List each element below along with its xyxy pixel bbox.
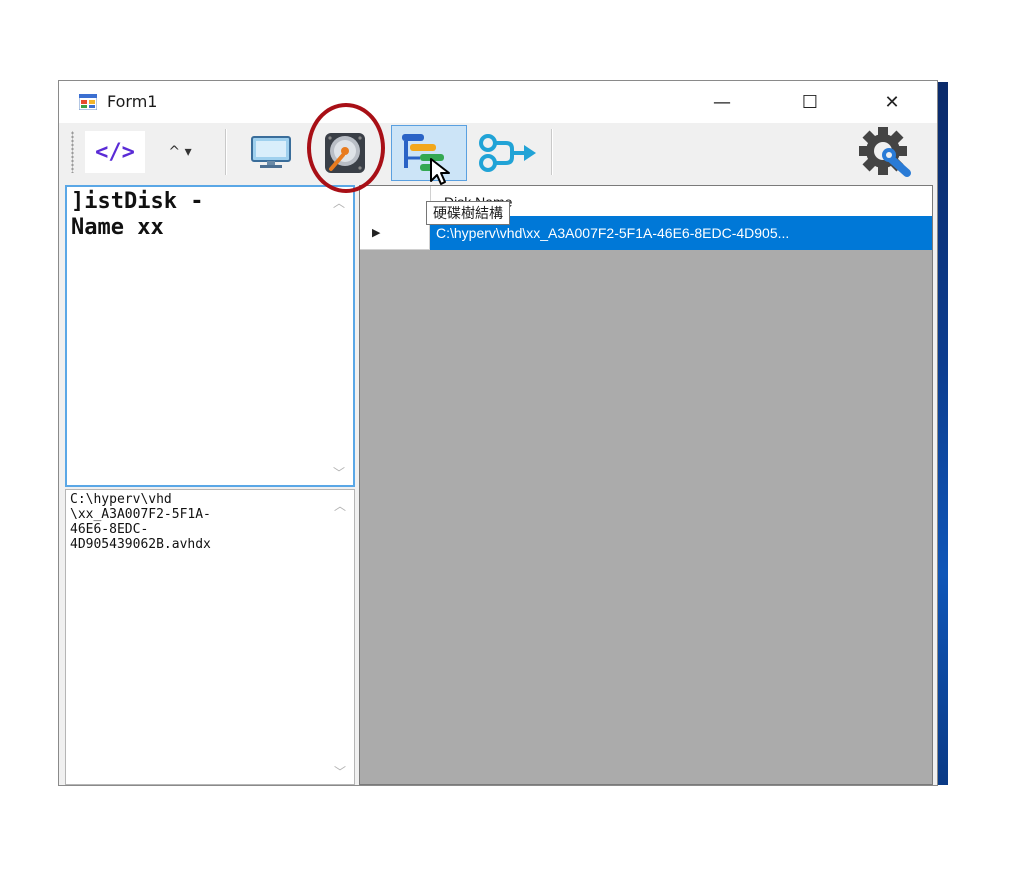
toolbar-grip[interactable] bbox=[71, 131, 74, 173]
export-button[interactable] bbox=[473, 129, 545, 177]
chevron-down-icon: ^ ▾ bbox=[168, 144, 192, 160]
toolbar-separator bbox=[551, 129, 553, 175]
app-icon bbox=[78, 93, 98, 111]
dropdown-button[interactable]: ^ ▾ bbox=[159, 133, 201, 171]
grid-corner-cell[interactable] bbox=[360, 186, 431, 216]
maximize-button[interactable]: ☐ bbox=[787, 81, 833, 123]
close-button[interactable]: ✕ bbox=[869, 81, 915, 123]
path-line: \xx_A3A007F2-5F1A- bbox=[70, 507, 211, 522]
settings-button[interactable] bbox=[855, 127, 919, 179]
scroll-up-icon[interactable]: ︿ bbox=[331, 195, 347, 210]
disk-data-grid[interactable]: Disk Name ▶ C:\hyperv\vhd\xx_A3A007F2-5F… bbox=[359, 185, 933, 785]
row-indicator-icon[interactable]: ▶ bbox=[360, 216, 430, 250]
path-line: C:\hyperv\vhd bbox=[70, 492, 172, 507]
path-line: 4D905439062B.avhdx bbox=[70, 537, 211, 552]
window-title: Form1 bbox=[107, 92, 158, 111]
code-icon: </> bbox=[95, 139, 135, 165]
code-button[interactable]: </> bbox=[85, 131, 145, 173]
scroll-down-icon[interactable]: ﹀ bbox=[331, 465, 347, 480]
computer-button[interactable] bbox=[245, 131, 297, 173]
toolbar-separator bbox=[225, 129, 227, 175]
toolbar: </> ^ ▾ bbox=[59, 123, 937, 183]
share-export-icon bbox=[479, 134, 536, 172]
title-bar[interactable]: Form1 — ☐ ✕ bbox=[59, 81, 937, 123]
main-window: Form1 — ☐ ✕ </> ^ ▾]istDisk - Name xx ︿… bbox=[58, 80, 938, 786]
scroll-down-icon[interactable]: ﹀ bbox=[332, 764, 348, 779]
scroll-up-icon[interactable]: ︿ bbox=[332, 498, 348, 513]
path-text: C:\hyperv\vhd \xx_A3A007F2-5F1A- 46E6-8E… bbox=[70, 492, 211, 552]
path-textbox[interactable]: C:\hyperv\vhd \xx_A3A007F2-5F1A- 46E6-8E… bbox=[65, 489, 355, 785]
query-text: ]istDisk - Name xx bbox=[71, 189, 204, 240]
tooltip: 硬碟樹結構 bbox=[426, 201, 510, 225]
minimize-icon: — bbox=[713, 91, 731, 113]
query-textbox[interactable]: ]istDisk - Name xx ︿ ﹀ bbox=[65, 185, 355, 487]
settings-wrench-icon bbox=[859, 127, 911, 177]
maximize-icon: ☐ bbox=[801, 91, 819, 113]
monitor-icon bbox=[251, 136, 291, 168]
mouse-cursor-icon bbox=[430, 158, 450, 185]
minimize-button[interactable]: — bbox=[699, 81, 745, 123]
close-icon: ✕ bbox=[884, 91, 900, 113]
highlight-circle-annotation bbox=[307, 103, 385, 193]
path-line: 46E6-8EDC- bbox=[70, 522, 149, 537]
